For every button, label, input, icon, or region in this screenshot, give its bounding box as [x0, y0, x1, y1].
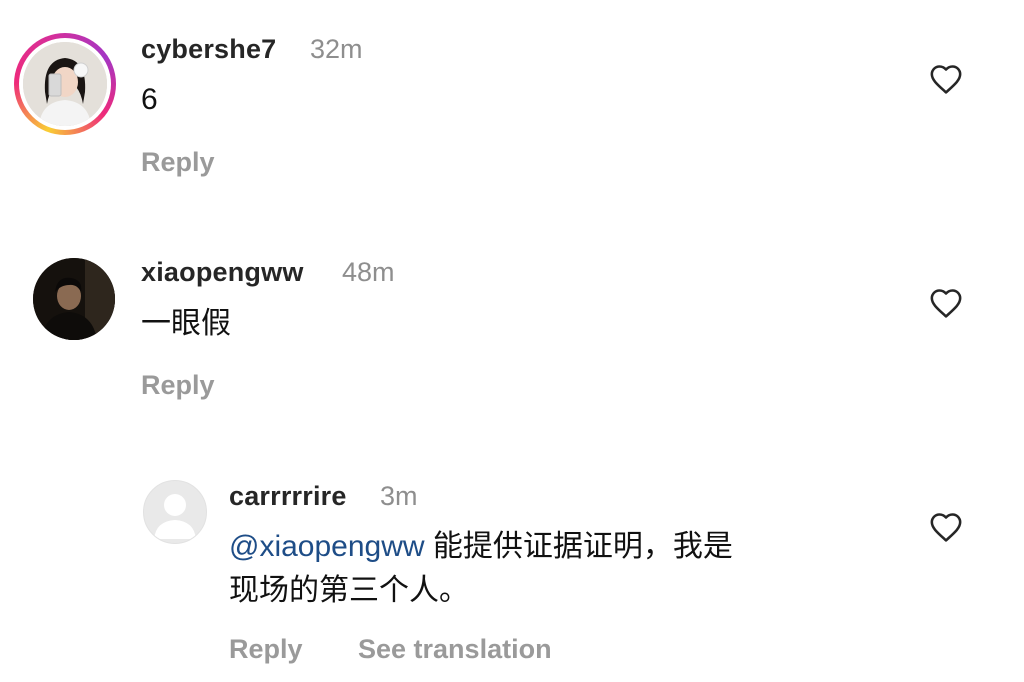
default-user-icon [154, 494, 196, 539]
comment-timestamp: 32m [310, 34, 363, 64]
comment-text: 一眼假 [141, 307, 231, 340]
comment-text: 6 [141, 83, 158, 116]
story-ring[interactable] [14, 33, 116, 135]
default-user-avatar[interactable] [143, 480, 207, 544]
reply-button[interactable]: Reply [141, 147, 215, 178]
reply-button[interactable]: Reply [141, 370, 215, 401]
comment-timestamp: 3m [380, 481, 418, 511]
comment-username[interactable]: xiaopengww [141, 257, 304, 288]
heart-outline-icon[interactable] [929, 63, 963, 95]
avatar[interactable] [33, 258, 115, 340]
comment-text: @xiaopengww 能提供证据证明，我是 现场的第三个人。 [229, 525, 889, 613]
comment-username[interactable]: cybershe7 [141, 34, 276, 65]
comment-username[interactable]: carrrrrire [229, 481, 347, 512]
comment-text-line1: 能提供证据证明，我是 [424, 530, 733, 563]
reply-button[interactable]: Reply [229, 634, 303, 665]
comment-timestamp: 48m [342, 257, 395, 287]
comment-text-line2: 现场的第三个人。 [229, 574, 469, 607]
avatar [23, 42, 107, 126]
heart-outline-icon[interactable] [929, 511, 963, 543]
avatar-photo [33, 258, 115, 340]
mention-link[interactable]: @xiaopengww [229, 530, 425, 563]
see-translation-button[interactable]: See translation [358, 634, 552, 665]
avatar-photo [23, 42, 107, 126]
heart-outline-icon[interactable] [929, 287, 963, 319]
